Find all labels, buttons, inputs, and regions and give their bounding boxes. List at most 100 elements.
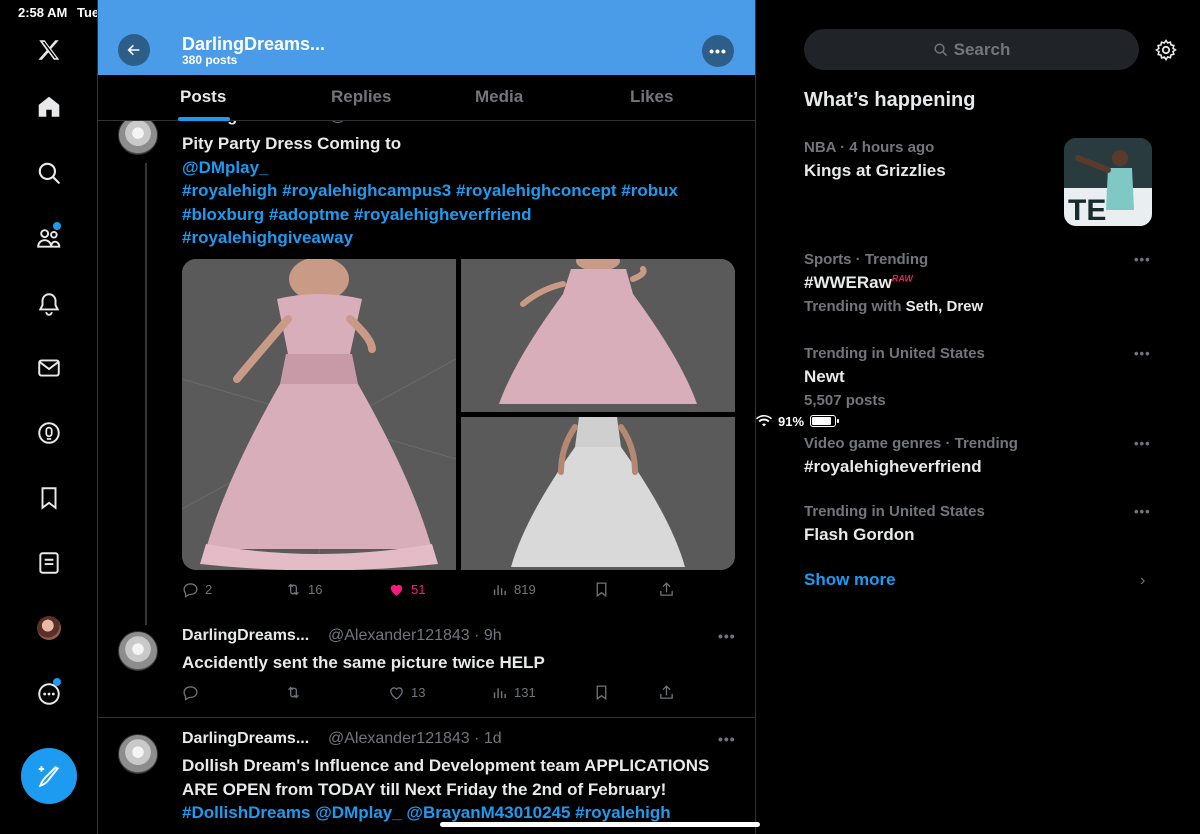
share-icon bbox=[660, 685, 673, 699]
trend-meta: Trending in United States bbox=[804, 503, 985, 520]
tweet-text: Dollish Dream's Influence and Developmen… bbox=[182, 754, 709, 825]
bookmarks-icon[interactable] bbox=[31, 480, 67, 516]
tweet-avatar[interactable] bbox=[118, 631, 158, 671]
gear-icon[interactable] bbox=[1154, 38, 1178, 62]
media-image-front[interactable] bbox=[182, 259, 457, 570]
thread-line bbox=[145, 163, 147, 625]
notifications-icon[interactable] bbox=[31, 286, 67, 322]
views-icon bbox=[493, 585, 506, 596]
tweet-mention[interactable]: @DMplay_ bbox=[182, 156, 678, 180]
tweet-more-icon[interactable]: ••• bbox=[718, 731, 736, 747]
reply-button[interactable] bbox=[182, 684, 205, 701]
trend-title[interactable]: #royalehigheverfriend bbox=[804, 457, 982, 477]
messages-icon[interactable] bbox=[31, 350, 67, 386]
tweet-author-handle[interactable]: @Alexander121843 · 1d bbox=[328, 730, 502, 748]
share-button[interactable] bbox=[658, 581, 675, 598]
heart-filled-icon bbox=[390, 584, 403, 596]
views-button[interactable]: 131 bbox=[491, 684, 536, 701]
more-icon[interactable] bbox=[31, 676, 67, 712]
like-button[interactable]: 13 bbox=[388, 684, 425, 701]
more-notification-dot bbox=[53, 678, 61, 686]
views-icon bbox=[493, 688, 506, 699]
right-sidebar: Search What’s happening NBA · 4 hours ag… bbox=[756, 0, 1200, 834]
media-image-silver[interactable] bbox=[461, 417, 735, 570]
svg-text:TE: TE bbox=[1068, 194, 1106, 226]
reply-button[interactable]: 2 bbox=[182, 581, 212, 598]
tweet-media-grid bbox=[182, 259, 735, 570]
profile-avatar[interactable] bbox=[37, 616, 61, 640]
repost-icon bbox=[288, 686, 299, 699]
tab-posts[interactable]: Posts bbox=[180, 87, 226, 107]
arrow-left-icon bbox=[127, 44, 140, 56]
trend-title[interactable]: Kings at Grizzlies bbox=[804, 161, 946, 181]
back-button[interactable] bbox=[118, 34, 150, 66]
tweet-hashtags[interactable]: #bloxburg #adoptme #royalehigheverfriend bbox=[182, 203, 678, 227]
tab-likes[interactable]: Likes bbox=[630, 87, 673, 107]
communities-icon[interactable] bbox=[31, 220, 67, 256]
profile-post-count: 380 posts bbox=[182, 53, 238, 67]
reply-icon bbox=[183, 583, 198, 598]
profile-title: DarlingDreams... bbox=[182, 34, 326, 54]
like-count: 13 bbox=[411, 685, 426, 700]
trend-extra: 5,507 posts bbox=[804, 392, 886, 409]
trend-meta: Trending in United States bbox=[804, 345, 985, 362]
bookmark-button[interactable] bbox=[593, 684, 610, 701]
lists-icon[interactable] bbox=[31, 545, 67, 581]
tweet-author-name[interactable]: DarlingDreams... bbox=[182, 730, 309, 748]
x-logo-icon[interactable] bbox=[31, 32, 67, 68]
trend-more-icon[interactable]: ••• bbox=[1134, 346, 1151, 361]
like-count: 51 bbox=[411, 582, 426, 597]
repost-button[interactable]: 16 bbox=[285, 581, 322, 598]
show-more-link[interactable]: Show more bbox=[804, 570, 896, 590]
tweet-avatar[interactable] bbox=[118, 734, 158, 774]
compose-button[interactable] bbox=[21, 748, 77, 804]
chevron-right-icon: › bbox=[1140, 572, 1146, 589]
trend-title[interactable]: #WWERawRAW bbox=[804, 273, 913, 293]
trend-more-icon[interactable]: ••• bbox=[1134, 436, 1151, 451]
raw-badge: RAW bbox=[891, 273, 913, 284]
home-indicator[interactable] bbox=[440, 822, 760, 827]
trend-meta: Sports · Trending bbox=[804, 251, 929, 268]
repost-button[interactable] bbox=[285, 684, 308, 701]
views-button[interactable]: 819 bbox=[491, 581, 536, 598]
tweet-divider bbox=[98, 717, 755, 718]
trend-title[interactable]: Flash Gordon bbox=[804, 525, 915, 545]
trend-meta: NBA · 4 hours ago bbox=[804, 139, 935, 156]
trend-more-icon[interactable]: ••• bbox=[1134, 504, 1151, 519]
main-column: DarlingDreams... @Alexander121843 · 9h P… bbox=[98, 0, 756, 834]
search-icon bbox=[934, 43, 947, 56]
trend-extra: Trending with Seth, Drew bbox=[804, 298, 983, 315]
tab-media[interactable]: Media bbox=[475, 87, 523, 107]
trend-more-icon[interactable]: ••• bbox=[1134, 252, 1151, 267]
tweet-more-icon[interactable]: ••• bbox=[718, 628, 736, 644]
tweet-text-line: Pity Party Dress Coming to bbox=[182, 134, 402, 153]
tab-replies[interactable]: Replies bbox=[331, 87, 391, 107]
share-button[interactable] bbox=[658, 684, 675, 701]
tweet-hashtags[interactable]: #royalehighgiveaway bbox=[182, 226, 678, 250]
home-icon[interactable] bbox=[31, 89, 67, 125]
bookmark-icon bbox=[596, 685, 607, 701]
profile-more-button[interactable]: ••• bbox=[702, 35, 734, 67]
trend-extra-names: Seth, Drew bbox=[905, 298, 984, 315]
communities-notification-dot bbox=[53, 222, 61, 230]
tweet-actions: 2 16 51 819 bbox=[182, 581, 682, 601]
trend-thumbnail[interactable]: TE bbox=[1064, 138, 1152, 226]
like-button[interactable]: 51 bbox=[388, 581, 425, 598]
tweet-author-name[interactable]: DarlingDreams... bbox=[182, 627, 309, 645]
spaces-icon[interactable] bbox=[31, 415, 67, 451]
tweet-tags[interactable]: #DollishDreams @DMplay_ @BrayanM43010245… bbox=[182, 801, 709, 825]
profile-header: DarlingDreams... 380 posts ••• bbox=[98, 0, 755, 75]
tweet-avatar[interactable] bbox=[118, 115, 158, 155]
bookmark-button[interactable] bbox=[593, 581, 610, 598]
trend-title[interactable]: Newt bbox=[804, 367, 845, 387]
search-icon[interactable] bbox=[31, 155, 67, 191]
search-placeholder: Search bbox=[953, 39, 1011, 59]
tweet-hashtags[interactable]: #royalehigh #royalehighcampus3 #royalehi… bbox=[182, 179, 678, 203]
trend-meta: Video game genres · Trending bbox=[804, 435, 1018, 452]
trend-title-text: #WWERaw bbox=[804, 273, 892, 292]
reply-icon bbox=[183, 686, 198, 701]
search-input[interactable]: Search bbox=[804, 29, 1139, 70]
tweet-actions: 13 131 bbox=[182, 684, 682, 704]
media-image-side[interactable] bbox=[461, 259, 735, 412]
tweet-author-handle[interactable]: @Alexander121843 · 9h bbox=[328, 627, 502, 645]
